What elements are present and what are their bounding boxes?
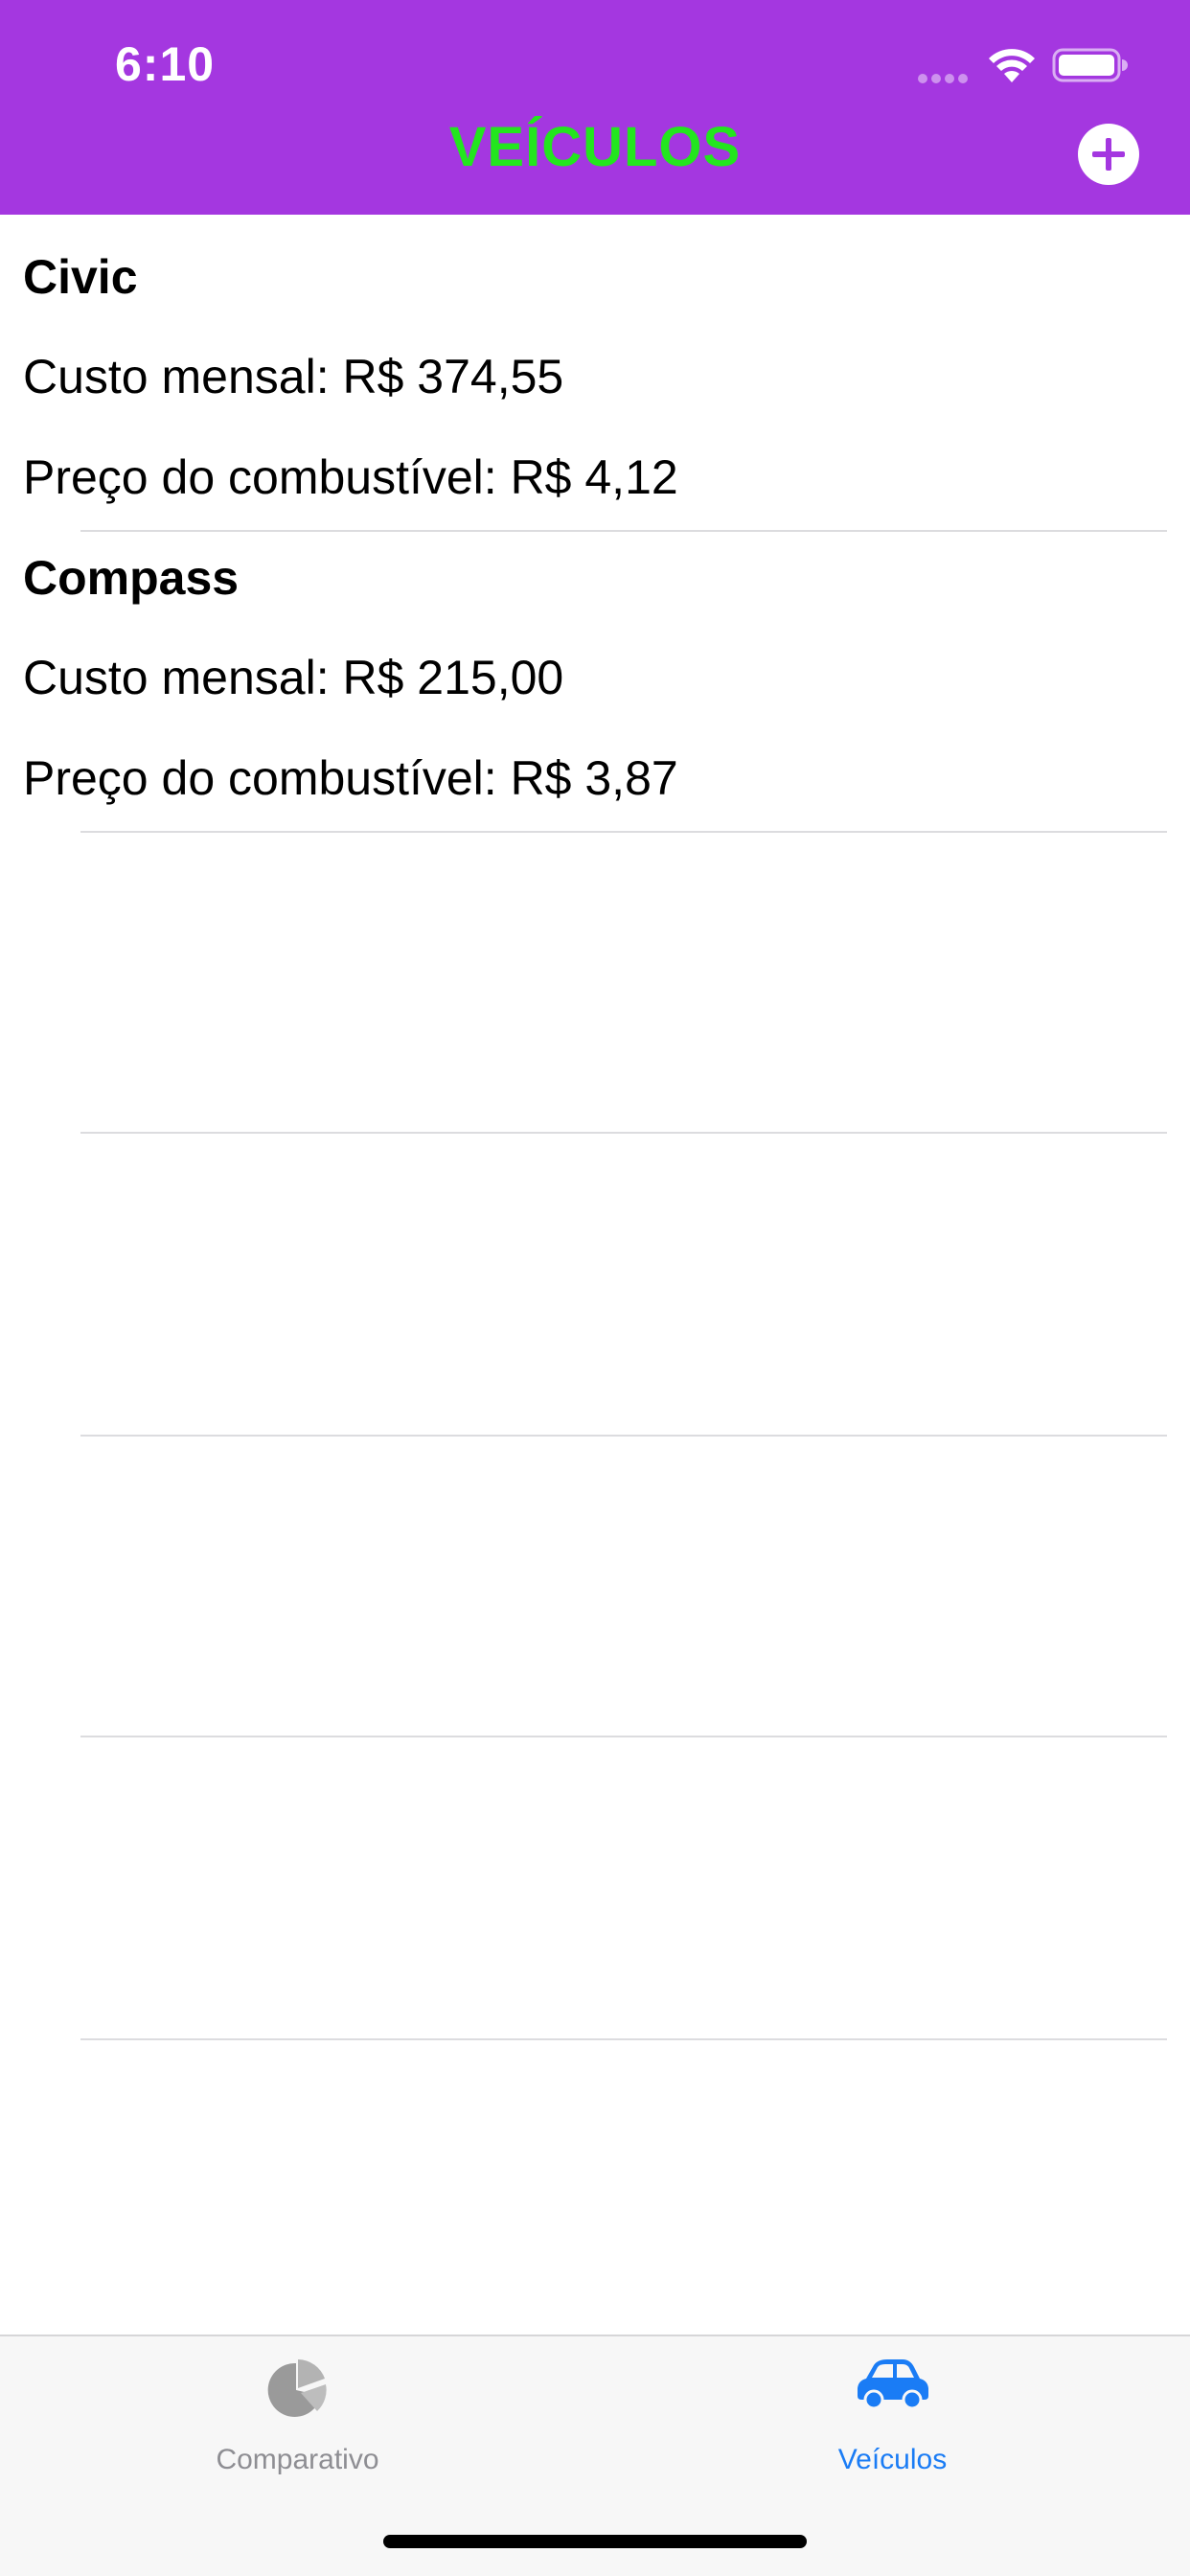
row-separator xyxy=(80,1736,1167,1737)
fuel-price: Preço do combustível: R$ 4,12 xyxy=(23,450,678,504)
tab-label: Veículos xyxy=(837,2444,948,2475)
row-separator xyxy=(80,1132,1167,1134)
row-separator xyxy=(80,1435,1167,1437)
list-item[interactable]: Civic Custo mensal: R$ 374,55 Preço do c… xyxy=(0,215,1190,516)
row-separator xyxy=(80,831,1167,833)
pie-chart-icon xyxy=(267,2359,327,2417)
add-vehicle-button[interactable] xyxy=(1077,123,1140,186)
tab-comparativo[interactable]: Comparativo xyxy=(0,2336,595,2499)
car-icon xyxy=(857,2359,928,2410)
navigation-header: 6:10 VEÍCULOS xyxy=(0,0,1190,215)
home-indicator[interactable] xyxy=(383,2535,807,2548)
vehicle-name: Compass xyxy=(23,551,240,605)
status-time: 6:10 xyxy=(115,37,216,91)
list-item[interactable]: Compass Custo mensal: R$ 215,00 Preço do… xyxy=(0,516,1190,816)
tab-veiculos[interactable]: Veículos xyxy=(595,2336,1190,2499)
tab-label: Comparativo xyxy=(216,2444,379,2475)
fuel-price: Preço do combustível: R$ 3,87 xyxy=(23,751,678,805)
vehicle-list: Civic Custo mensal: R$ 374,55 Preço do c… xyxy=(0,215,1190,816)
page-title: VEÍCULOS xyxy=(448,116,742,178)
monthly-cost: Custo mensal: R$ 215,00 xyxy=(23,651,564,704)
row-separator xyxy=(80,530,1167,532)
wifi-icon xyxy=(989,49,1035,82)
monthly-cost: Custo mensal: R$ 374,55 xyxy=(23,350,564,403)
vehicle-name: Civic xyxy=(23,250,138,304)
row-separator xyxy=(80,2038,1167,2040)
cellular-signal-icon xyxy=(918,71,973,83)
battery-icon xyxy=(1052,48,1128,82)
app-screen: 6:10 VEÍCULOS Civic Custo mensal: R$ 374… xyxy=(0,0,1190,2576)
